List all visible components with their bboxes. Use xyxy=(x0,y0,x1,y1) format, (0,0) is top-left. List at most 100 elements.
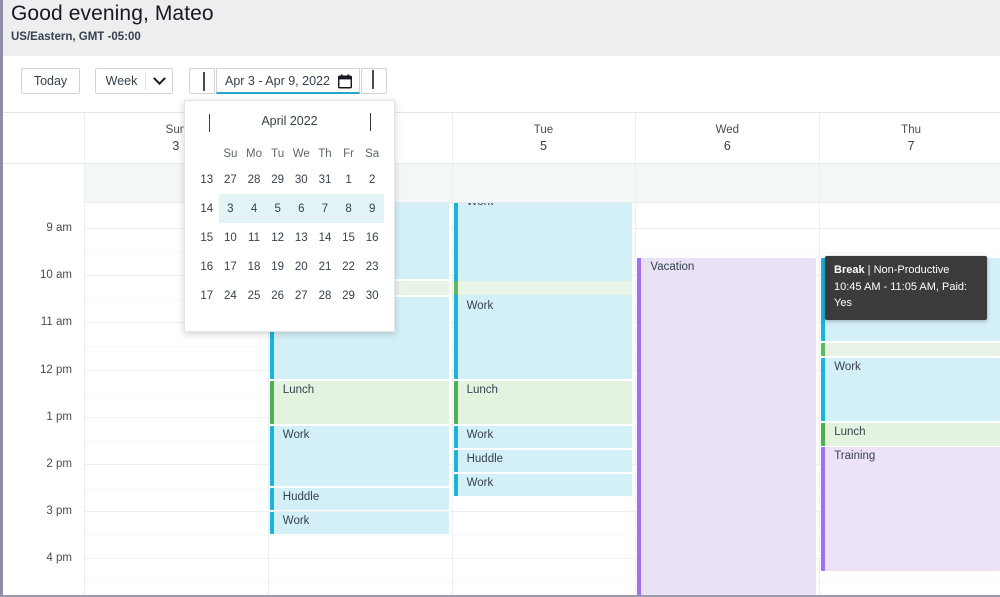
today-button[interactable]: Today xyxy=(21,68,80,94)
date-picker-day[interactable]: 20 xyxy=(289,252,313,281)
calendar-event[interactable]: Work xyxy=(453,297,633,359)
date-picker-weeks: 13 27 28 29 30 31 1 2 14 3 4 5 6 7 8 9 15 10 11 12 13 14 15 16 1… xyxy=(195,165,384,310)
date-picker-day[interactable]: 18 xyxy=(242,252,266,281)
calendar-event[interactable]: Work xyxy=(453,426,633,448)
date-range-value: Apr 3 - Apr 9, 2022 xyxy=(225,73,330,88)
date-picker-day[interactable]: 15 xyxy=(337,223,361,252)
date-picker-day[interactable]: 8 xyxy=(336,194,361,223)
time-label: 12 pm xyxy=(40,363,72,376)
time-label: 11 am xyxy=(40,316,72,329)
date-picker-day[interactable]: 16 xyxy=(360,223,384,252)
all-day-row xyxy=(3,164,1000,203)
week-number-header xyxy=(195,143,219,165)
day-header-number: 5 xyxy=(540,139,547,153)
calendar-event-label: Work xyxy=(466,300,494,312)
calendar-event[interactable]: Training xyxy=(821,447,1000,571)
date-picker-day[interactable]: 30 xyxy=(360,281,384,310)
half-hour-gridline xyxy=(84,582,1000,583)
date-picker-day[interactable]: 6 xyxy=(289,194,314,223)
date-picker-day[interactable]: 14 xyxy=(313,223,337,252)
tooltip-detail: 10:45 AM - 11:05 AM, Paid: Yes xyxy=(834,280,968,309)
calendar-event[interactable]: Lunch xyxy=(453,381,633,424)
calendar-event[interactable]: Work xyxy=(821,358,1000,421)
date-picker-day[interactable]: 24 xyxy=(219,281,243,310)
calendar-event[interactable]: Lunch xyxy=(821,423,1000,446)
next-week-button[interactable] xyxy=(361,68,387,94)
time-label: 2 pm xyxy=(46,458,72,470)
date-picker-day[interactable]: 21 xyxy=(313,252,337,281)
date-picker-next-month-button[interactable] xyxy=(360,113,380,133)
date-picker-day[interactable]: 27 xyxy=(289,281,313,310)
date-picker-day[interactable]: 23 xyxy=(360,252,384,281)
calendar-event[interactable]: Huddle xyxy=(453,450,633,472)
weekday-header: We xyxy=(292,148,310,160)
date-picker-day[interactable]: 29 xyxy=(337,281,361,310)
date-range-input[interactable]: Apr 3 - Apr 9, 2022 xyxy=(216,68,360,94)
calendar-event-label: Vacation xyxy=(650,261,695,273)
column-divider xyxy=(84,113,85,203)
weekday-header: Tu xyxy=(271,148,285,160)
date-picker-day[interactable]: 30 xyxy=(289,165,313,194)
calendar-toolbar: Today Week Apr 3 - Apr 9, 2022 xyxy=(3,56,1000,113)
date-picker-week-row: 15 10 11 12 13 14 15 16 xyxy=(195,223,384,252)
date-picker-day[interactable]: 13 xyxy=(289,223,313,252)
calendar-event[interactable]: Work xyxy=(453,474,633,496)
calendar-event[interactable] xyxy=(453,281,633,295)
date-picker-day[interactable]: 29 xyxy=(266,165,290,194)
date-picker-weekday-row: Su Mo Tu We Th Fr Sa xyxy=(195,143,384,165)
calendar-event[interactable] xyxy=(821,343,1000,356)
date-picker-week-row: 13 27 28 29 30 31 1 2 xyxy=(195,165,384,194)
date-picker-day[interactable]: 25 xyxy=(242,281,266,310)
date-picker-header: April 2022 xyxy=(185,101,394,143)
prev-week-button[interactable] xyxy=(189,68,215,94)
calendar-event[interactable]: Huddle xyxy=(269,488,449,510)
date-picker-day[interactable]: 26 xyxy=(266,281,290,310)
date-picker-day[interactable]: 9 xyxy=(360,194,384,223)
date-picker-grid: Su Mo Tu We Th Fr Sa 13 27 28 29 30 31 1 2 14 3 4 5 6 7 8 9 15… xyxy=(195,143,384,310)
week-number: 15 xyxy=(200,231,214,244)
calendar-event-label: Work xyxy=(282,515,310,527)
calendar-event-label: Work xyxy=(458,203,633,208)
timezone-label: US/Eastern, GMT -05:00 xyxy=(11,31,141,43)
date-picker-day[interactable]: 22 xyxy=(337,252,361,281)
calendar-event[interactable]: Work xyxy=(269,512,449,534)
date-picker-day[interactable]: 11 xyxy=(242,223,266,252)
all-day-gutter xyxy=(3,164,84,203)
calendar-event-label: Lunch xyxy=(282,384,315,396)
calendar-icon[interactable] xyxy=(337,74,353,94)
day-header-name: Tue xyxy=(533,124,554,136)
date-picker-day[interactable]: 31 xyxy=(313,165,337,194)
view-select-label: Week xyxy=(105,74,138,88)
calendar-event[interactable]: Vacation xyxy=(637,258,817,595)
date-picker-day[interactable]: 27 xyxy=(219,165,243,194)
calendar-event[interactable]: Work xyxy=(269,426,449,486)
day-header-row: Sun3Mon4Tue5Wed6Thu7 xyxy=(3,113,1000,164)
weekday-header: Th xyxy=(318,148,332,160)
date-picker-day[interactable]: 3 xyxy=(218,194,243,223)
date-picker-day[interactable]: 19 xyxy=(266,252,290,281)
date-picker-day[interactable]: 7 xyxy=(313,194,337,223)
date-picker-day[interactable]: 12 xyxy=(266,223,290,252)
view-select[interactable]: Week xyxy=(95,68,173,94)
weekday-header: Sa xyxy=(365,148,380,160)
date-picker-day[interactable]: 17 xyxy=(219,252,243,281)
date-picker-day[interactable]: 1 xyxy=(337,165,361,194)
column-divider xyxy=(84,203,85,595)
day-header-number: 3 xyxy=(172,139,180,153)
date-picker-day[interactable]: 10 xyxy=(219,223,243,252)
time-label: 10 am xyxy=(40,269,72,282)
chevron-down-icon xyxy=(146,71,172,86)
date-picker-day[interactable]: 28 xyxy=(313,281,337,310)
date-picker-day[interactable]: 28 xyxy=(242,165,266,194)
time-label: 3 pm xyxy=(46,505,72,518)
calendar-event-label: Huddle xyxy=(466,453,504,465)
calendar-event[interactable]: Lunch xyxy=(269,381,449,424)
tooltip-title-line: Break | Non-Productive xyxy=(834,263,978,279)
date-picker-day[interactable]: 5 xyxy=(265,194,290,223)
time-label: 1 pm xyxy=(46,410,72,423)
date-picker-day[interactable]: 4 xyxy=(242,194,266,223)
date-picker-day[interactable]: 2 xyxy=(360,165,384,194)
calendar-event-label: Huddle xyxy=(282,491,320,503)
day-header-thu: Thu 7 xyxy=(819,113,1000,164)
date-picker-week-row: 14 3 4 5 6 7 8 9 xyxy=(195,194,384,223)
